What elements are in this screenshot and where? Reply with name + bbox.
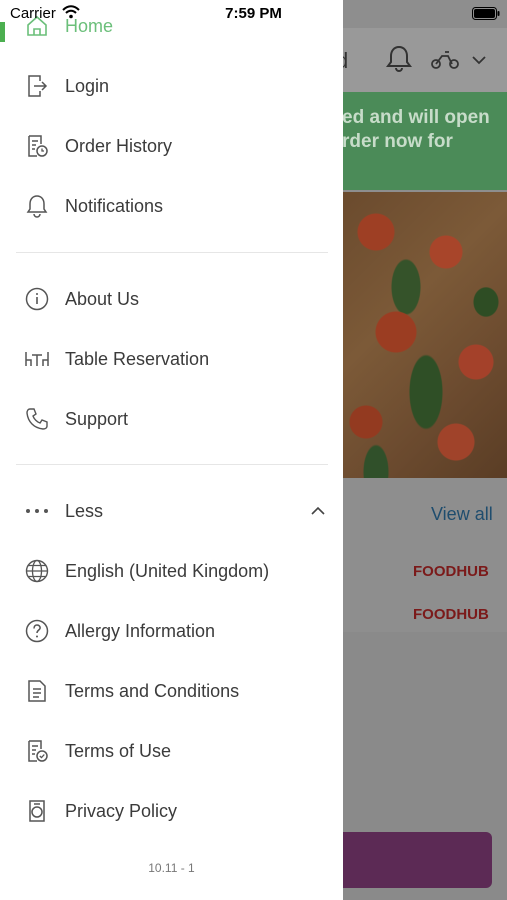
menu-item-label: Allergy Information xyxy=(65,620,216,641)
divider xyxy=(16,464,328,465)
menu-item-allergy-information[interactable]: Allergy Information xyxy=(0,607,343,655)
chevron-down-icon[interactable] xyxy=(472,55,486,65)
globe-icon xyxy=(24,558,50,584)
app-version: 10.11 - 1 xyxy=(148,861,195,875)
info-icon xyxy=(24,286,50,312)
menu-item-label: Less xyxy=(65,500,104,521)
privacy-icon xyxy=(24,798,50,824)
order-history-icon xyxy=(24,133,50,159)
menu-item-label: Terms of Use xyxy=(65,740,172,761)
chevron-up-icon xyxy=(311,506,325,515)
foodhub-logo: FOODHUB xyxy=(413,606,489,623)
delivery-scooter-icon[interactable] xyxy=(430,48,460,70)
menu-item-language[interactable]: English (United Kingdom) xyxy=(0,547,343,595)
menu-item-label: Terms and Conditions xyxy=(65,680,240,701)
battery-icon xyxy=(472,7,500,20)
menu-item-terms-of-use[interactable]: Terms of Use xyxy=(0,727,343,775)
background-action-button[interactable] xyxy=(336,832,492,888)
foodhub-logo: FOODHUB xyxy=(413,563,489,580)
clock: 7:59 PM xyxy=(225,5,282,22)
more-dots-icon xyxy=(24,498,50,524)
table-icon xyxy=(24,346,50,372)
menu-item-label: Login xyxy=(65,75,110,96)
bell-icon[interactable] xyxy=(386,44,412,72)
bell-icon xyxy=(24,193,50,219)
side-drawer: Home Login Order History Notifications A… xyxy=(0,0,343,900)
menu-item-less-toggle[interactable]: Less xyxy=(0,487,343,535)
menu-item-privacy-policy[interactable]: Privacy Policy xyxy=(0,787,343,835)
login-icon xyxy=(24,73,50,99)
background-banner-text: ed and will open rder now for xyxy=(342,107,490,152)
divider xyxy=(16,252,328,253)
menu-item-terms-and-conditions[interactable]: Terms and Conditions xyxy=(0,667,343,715)
document-check-icon xyxy=(24,738,50,764)
phone-icon xyxy=(24,406,50,432)
document-icon xyxy=(24,678,50,704)
menu-item-label: About Us xyxy=(65,288,140,309)
menu-item-label: Support xyxy=(65,408,129,429)
pizza-image xyxy=(336,192,507,478)
menu-item-label: Table Reservation xyxy=(65,348,210,369)
menu-item-label: Privacy Policy xyxy=(65,800,178,821)
status-bar: Carrier 7:59 PM xyxy=(0,0,507,28)
menu-item-label: Order History xyxy=(65,135,173,156)
menu-item-notifications[interactable]: Notifications xyxy=(0,182,343,230)
menu-item-table-reservation[interactable]: Table Reservation xyxy=(0,335,343,383)
view-all-link[interactable]: View all xyxy=(431,504,493,525)
question-icon xyxy=(24,618,50,644)
menu-item-label: English (United Kingdom) xyxy=(65,560,270,581)
menu-item-support[interactable]: Support xyxy=(0,395,343,443)
menu-item-order-history[interactable]: Order History xyxy=(0,122,343,170)
menu-item-login[interactable]: Login xyxy=(0,62,343,110)
menu-item-label: Notifications xyxy=(65,195,164,216)
menu-item-about-us[interactable]: About Us xyxy=(0,275,343,323)
